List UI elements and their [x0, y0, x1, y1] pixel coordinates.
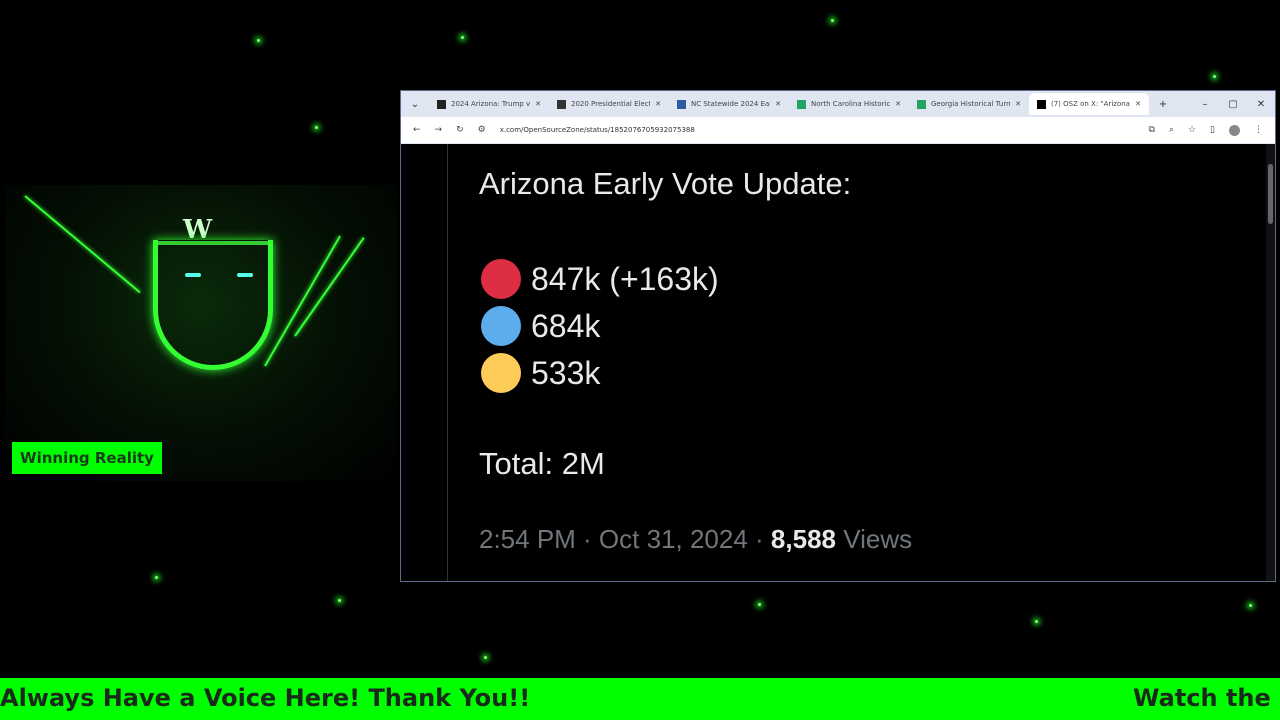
tab-title: North Carolina Historical: [811, 100, 891, 108]
menu-icon[interactable]: ⋮: [1254, 125, 1263, 135]
maximize-button[interactable]: ▢: [1219, 99, 1247, 110]
vote-row: 847k (+163k): [481, 259, 719, 299]
vote-value: 533k: [531, 354, 601, 391]
back-icon[interactable]: ←: [413, 125, 421, 135]
star: [338, 599, 341, 602]
favicon-icon: [557, 99, 566, 109]
star: [461, 36, 464, 39]
profile-avatar[interactable]: [1229, 124, 1240, 136]
star: [758, 603, 761, 606]
post-total: Total: 2M: [479, 446, 605, 481]
star: [257, 39, 260, 42]
webcam-feed: W: [5, 185, 397, 481]
site-settings-icon[interactable]: ⚙: [478, 125, 486, 135]
star: [1249, 604, 1252, 607]
red-circle-icon: [481, 259, 521, 299]
vote-value: 847k (+163k): [531, 260, 719, 297]
favicon-icon: [1037, 99, 1046, 109]
reload-icon[interactable]: ↻: [456, 125, 464, 135]
favicon-icon: [917, 99, 926, 109]
tab-title: 2020 Presidential Electio: [571, 100, 651, 108]
tab-title: Georgia Historical Turno: [931, 100, 1011, 108]
scrollbar[interactable]: [1266, 144, 1275, 581]
star: [315, 126, 318, 129]
close-tab-icon[interactable]: ✕: [1135, 100, 1141, 108]
zoom-icon[interactable]: ⌕: [1169, 125, 1174, 135]
install-icon[interactable]: ⧉: [1148, 125, 1154, 135]
extensions-icon[interactable]: ▯: [1210, 125, 1215, 135]
close-window-button[interactable]: ✕: [1247, 99, 1275, 110]
tab-title: (7) OSZ on X: "Arizona E: [1051, 100, 1131, 108]
star: [155, 576, 158, 579]
star: [1213, 75, 1216, 78]
close-tab-icon[interactable]: ✕: [535, 100, 541, 108]
browser-tab[interactable]: 2024 Arizona: Trump vs. ✕: [429, 93, 549, 115]
timestamp[interactable]: 2:54 PM · Oct 31, 2024 ·: [479, 524, 771, 554]
new-tab-button[interactable]: +: [1149, 99, 1177, 110]
browser-tab[interactable]: Georgia Historical Turno ✕: [909, 93, 1029, 115]
ticker-text: Watch the I: [1133, 684, 1280, 712]
vote-value: 684k: [531, 307, 601, 344]
post-content: Arizona Early Vote Update: 847k (+163k) …: [401, 144, 1275, 581]
tab-title: NC Statewide 2024 Early: [691, 100, 771, 108]
browser-tab[interactable]: North Carolina Historical ✕: [789, 93, 909, 115]
browser-tab[interactable]: NC Statewide 2024 Early ✕: [669, 93, 789, 115]
tab-bar: ⌄ 2024 Arizona: Trump vs. ✕ 2020 President…: [401, 91, 1275, 117]
favicon-icon: [437, 99, 446, 109]
post-meta: 2:54 PM · Oct 31, 2024 · 8,588 Views: [479, 524, 912, 555]
tab-search-icon[interactable]: ⌄: [401, 99, 429, 110]
views-count: 8,588: [770, 524, 836, 554]
close-tab-icon[interactable]: ✕: [775, 100, 781, 108]
views-label: Views: [836, 524, 913, 554]
close-tab-icon[interactable]: ✕: [895, 100, 901, 108]
favicon-icon: [797, 99, 806, 109]
minimize-button[interactable]: –: [1191, 99, 1219, 110]
ticker-banner: Always Have a Voice Here! Thank You!! Wa…: [0, 678, 1280, 720]
post-title: Arizona Early Vote Update:: [479, 166, 852, 201]
vote-row: 533k: [481, 353, 600, 393]
browser-tab[interactable]: (7) OSZ on X: "Arizona E ✕: [1029, 93, 1149, 115]
browser-window: ⌄ 2024 Arizona: Trump vs. ✕ 2020 President…: [400, 90, 1276, 582]
channel-label: Winning Reality: [12, 442, 162, 474]
ticker-text: Always Have a Voice Here! Thank You!!: [0, 684, 531, 712]
blue-circle-icon: [481, 306, 521, 346]
star: [484, 656, 487, 659]
url-input[interactable]: x.com/OpenSourceZone/status/185207670593…: [500, 126, 1135, 134]
tab-title: 2024 Arizona: Trump vs.: [451, 100, 531, 108]
yellow-circle-icon: [481, 353, 521, 393]
browser-tab[interactable]: 2020 Presidential Electio ✕: [549, 93, 669, 115]
bookmark-star-icon[interactable]: ☆: [1188, 125, 1196, 135]
address-bar: ← → ↻ ⚙ x.com/OpenSourceZone/status/1852…: [401, 117, 1275, 143]
star: [831, 19, 834, 22]
close-tab-icon[interactable]: ✕: [655, 100, 661, 108]
vote-row: 684k: [481, 306, 600, 346]
star: [1035, 620, 1038, 623]
close-tab-icon[interactable]: ✕: [1015, 100, 1021, 108]
favicon-icon: [677, 99, 686, 109]
forward-icon[interactable]: →: [435, 125, 443, 135]
